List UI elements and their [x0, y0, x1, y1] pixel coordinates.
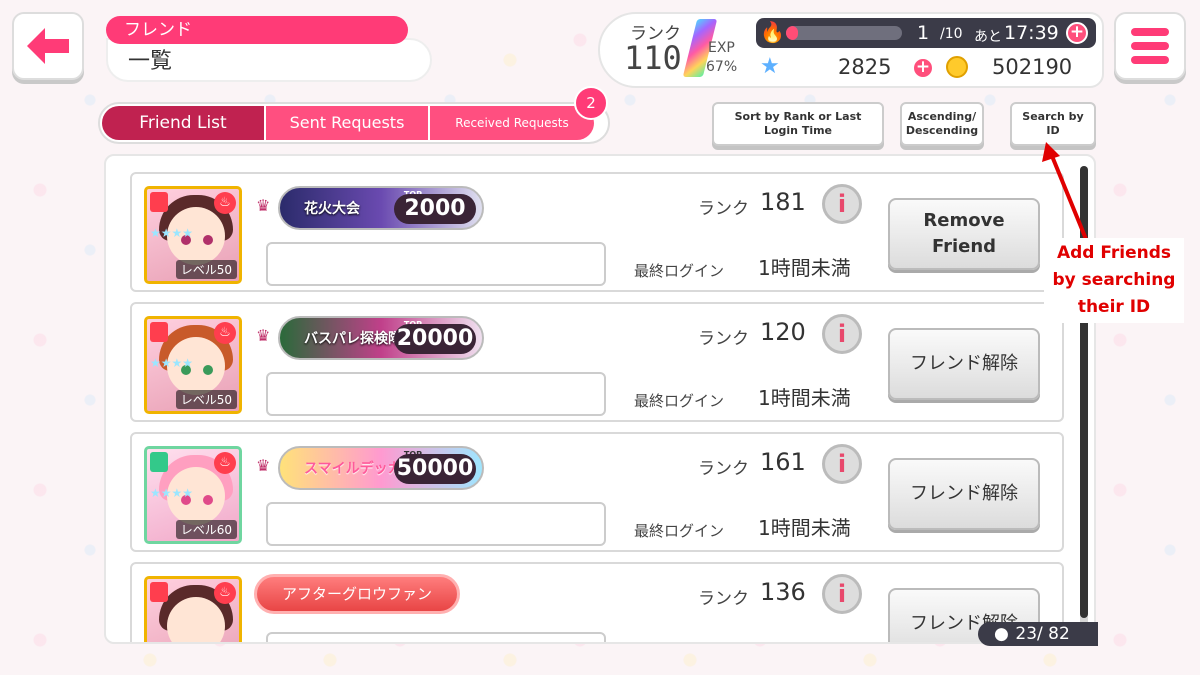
band-icon — [150, 452, 168, 472]
avatar-eye — [203, 235, 213, 245]
friend-rank: 181 — [760, 188, 806, 216]
banner-name: 花火大会 — [304, 201, 360, 217]
friend-counter: ● 23/ 82 — [978, 622, 1098, 646]
friend-avatar[interactable]: ♨ — [144, 576, 242, 642]
order-button[interactable]: Ascending/ Descending — [900, 102, 984, 146]
rank-label: ランク — [698, 329, 749, 349]
avatar-eye — [203, 495, 213, 505]
info-icon[interactable]: i — [822, 444, 862, 484]
annotation-note: Add Friends by searching their ID — [1044, 238, 1184, 323]
friend-list: ♨ ★★★★ レベル50 ♛ 花火大会 TOP 2000 ランク 181 i 最… — [104, 154, 1096, 644]
banner-score: 20000 — [394, 324, 476, 354]
friend-comment — [266, 502, 606, 546]
band-icon — [150, 322, 168, 342]
rank-label: ランク — [698, 459, 749, 479]
banner-score: 2000 — [394, 194, 476, 224]
friend-row: ♨ ★★★★ レベル50 ♛ バスパレ探検隊 TOP 20000 ランク 120… — [130, 302, 1064, 422]
rarity-stars-icon: ★★★★ — [150, 227, 193, 239]
crown-icon: ♛ — [256, 456, 271, 475]
crown-icon: ♛ — [256, 196, 271, 215]
exp-percent: 67% — [706, 59, 738, 75]
remove-friend-button[interactable]: Remove Friend — [888, 198, 1040, 270]
menu-icon-bar — [1131, 56, 1169, 64]
event-banner: スマイルデッカー TOP 50000 — [278, 446, 484, 490]
last-login-value: 1時間未満 — [758, 516, 851, 540]
person-icon: ● — [994, 624, 1009, 644]
info-icon[interactable]: i — [822, 574, 862, 614]
friend-comment — [266, 242, 606, 286]
friend-count-current: 23/ — [1015, 624, 1043, 644]
fire-icon: 🔥 — [760, 20, 785, 44]
remove-friend-button[interactable]: フレンド解除 — [888, 328, 1040, 400]
stamina-max: /10 — [940, 26, 963, 42]
tab-friend-list[interactable]: Friend List — [102, 106, 264, 140]
band-icon — [150, 582, 168, 602]
coin-count: 502190 — [992, 55, 1073, 79]
friend-row: ♨ ★★★★ レベル50 ♛ 花火大会 TOP 2000 ランク 181 i 最… — [130, 172, 1064, 292]
tab-sent-requests[interactable]: Sent Requests — [266, 106, 428, 140]
friend-row: ♨ ★★★★ レベル60 ♛ スマイルデッカー TOP 50000 ランク 16… — [130, 432, 1064, 552]
menu-icon — [1131, 28, 1169, 36]
star-gem-icon: ★ — [760, 54, 780, 79]
back-arrow-icon — [27, 28, 69, 64]
stamina-current: 1 — [917, 22, 930, 44]
card-level: レベル50 — [175, 260, 237, 279]
coin-icon — [946, 56, 968, 78]
card-level: レベル60 — [175, 520, 237, 539]
stamina-fill — [786, 26, 798, 40]
friend-rank: 136 — [760, 578, 806, 606]
last-login-value: 1時間未満 — [758, 386, 851, 410]
page-title: 一覧 — [106, 38, 432, 82]
timer-label: あと — [974, 29, 1002, 45]
friend-rank: 120 — [760, 318, 806, 346]
stamina-timer: 17:39 — [1004, 22, 1059, 44]
tab-received-requests[interactable]: Received Requests — [430, 106, 594, 140]
power-attribute-icon: ♨ — [214, 452, 236, 474]
power-attribute-icon: ♨ — [214, 322, 236, 344]
received-requests-badge: 2 — [574, 86, 608, 120]
friend-comment — [266, 372, 606, 416]
rarity-stars-icon: ★★★★ — [150, 487, 193, 499]
banner-score: 50000 — [394, 454, 476, 484]
crown-icon: ♛ — [256, 326, 271, 345]
friend-row: ♨ アフターグロウファン ランク 136 i フレンド解除 — [130, 562, 1064, 642]
friend-count-total: 82 — [1048, 624, 1070, 644]
player-rank-value: 110 — [624, 39, 682, 77]
power-attribute-icon: ♨ — [214, 582, 236, 604]
friend-comment — [266, 632, 606, 642]
remove-friend-button[interactable]: フレンド解除 — [888, 458, 1040, 530]
card-level: レベル50 — [175, 390, 237, 409]
power-attribute-icon: ♨ — [214, 192, 236, 214]
avatar-eye — [203, 365, 213, 375]
band-icon — [150, 192, 168, 212]
event-banner: 花火大会 TOP 2000 — [278, 186, 484, 230]
rank-label: ランク — [698, 589, 749, 609]
menu-icon-bar — [1131, 42, 1169, 50]
event-banner: バスパレ探検隊 TOP 20000 — [278, 316, 484, 360]
exp-label: EXP — [708, 40, 735, 56]
rarity-stars-icon: ★★★★ — [150, 357, 193, 369]
add-stamina-button[interactable]: + — [1066, 22, 1088, 44]
annotation-arrow — [1042, 142, 1090, 245]
friend-avatar[interactable]: ♨ ★★★★ レベル50 — [144, 186, 242, 284]
last-login-value: 1時間未満 — [758, 256, 851, 280]
back-button[interactable] — [12, 12, 84, 80]
stamina-bar — [786, 26, 902, 40]
info-icon[interactable]: i — [822, 184, 862, 224]
section-tag: フレンド — [106, 16, 408, 44]
star-gem-count: 2825 — [838, 55, 892, 79]
rank-label: ランク — [698, 199, 749, 219]
menu-button[interactable] — [1114, 12, 1186, 80]
banner-name: バスパレ探検隊 — [304, 331, 402, 347]
friend-avatar[interactable]: ♨ ★★★★ レベル50 — [144, 316, 242, 414]
add-star-button[interactable]: + — [912, 57, 934, 79]
last-login-label: 最終ログイン — [634, 392, 725, 410]
title-banner: アフターグロウファン — [254, 574, 460, 614]
friend-avatar[interactable]: ♨ ★★★★ レベル60 — [144, 446, 242, 544]
last-login-label: 最終ログイン — [634, 262, 725, 280]
friend-rank: 161 — [760, 448, 806, 476]
info-icon[interactable]: i — [822, 314, 862, 354]
sort-button[interactable]: Sort by Rank or Last Login Time — [712, 102, 884, 146]
last-login-label: 最終ログイン — [634, 522, 725, 540]
